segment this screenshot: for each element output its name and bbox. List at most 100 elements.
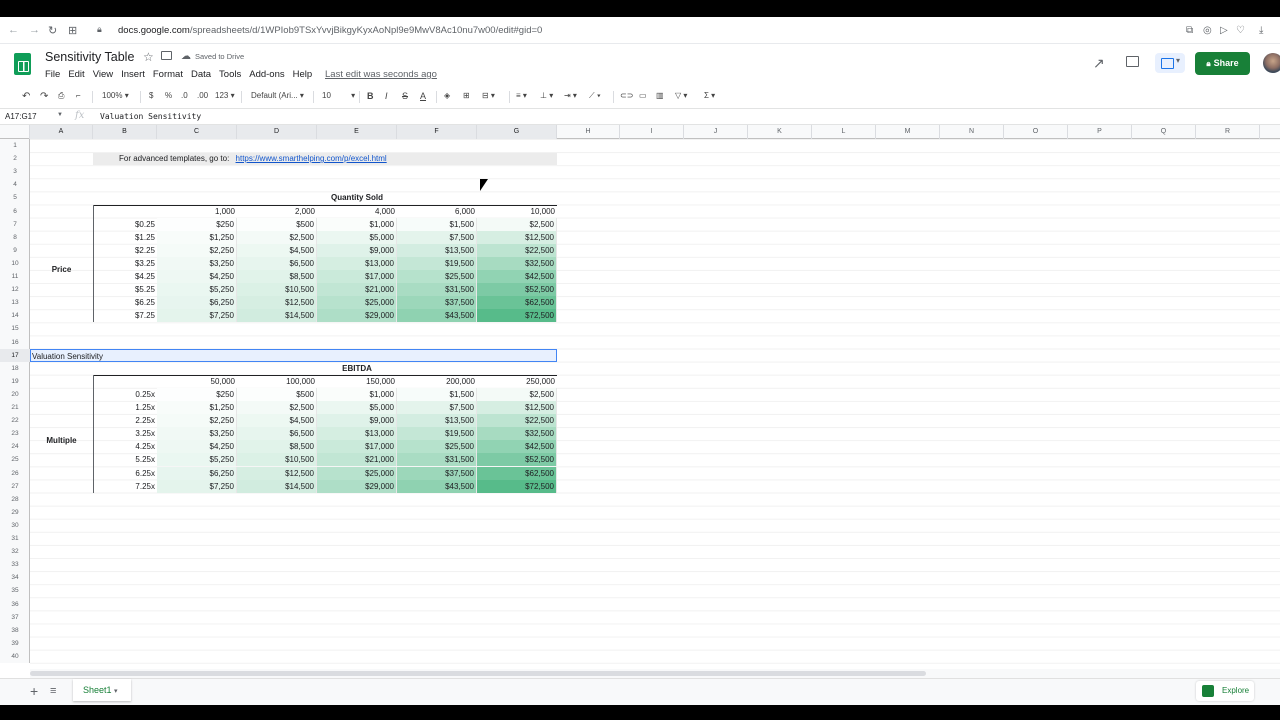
ebitda-table-cell[interactable]: $6,500 xyxy=(237,427,317,441)
quantity-table-cell[interactable]: $6,500 xyxy=(237,256,317,270)
reload-icon[interactable]: ↻ xyxy=(48,24,57,37)
menu-format[interactable]: Format xyxy=(153,69,183,80)
quantity-table-column-value[interactable]: 6,000 xyxy=(397,205,477,218)
quantity-table-cell[interactable]: $1,000 xyxy=(317,217,397,231)
bold-button[interactable]: B xyxy=(367,91,374,101)
ebitda-table-cell[interactable]: $2,500 xyxy=(477,387,557,401)
row-header-11[interactable]: 11 xyxy=(0,270,30,283)
ebitda-table-cell[interactable]: $4,500 xyxy=(237,414,317,428)
ebitda-table-cell[interactable]: $6,250 xyxy=(157,466,237,480)
ebitda-table-row-value[interactable]: 7.25x xyxy=(93,480,157,493)
row-header-38[interactable]: 38 xyxy=(0,624,30,637)
ebitda-table-cell[interactable]: $9,000 xyxy=(317,414,397,428)
ebitda-table-cell[interactable]: $42,500 xyxy=(477,440,557,454)
ebitda-table-cell[interactable]: $5,250 xyxy=(157,453,237,467)
column-header-k[interactable]: K xyxy=(748,125,812,139)
column-header-l[interactable]: L xyxy=(812,125,876,139)
ebitda-table-cell[interactable]: $17,000 xyxy=(317,440,397,454)
quantity-table-cell[interactable]: $7,250 xyxy=(157,309,237,323)
borders-icon[interactable]: ⊞ xyxy=(463,91,470,100)
quantity-table-row-label[interactable]: Price xyxy=(30,263,93,276)
folder-icon[interactable] xyxy=(161,51,172,60)
horizontal-scrollbar[interactable] xyxy=(30,669,1280,678)
row-header-31[interactable]: 31 xyxy=(0,532,30,545)
menu-edit[interactable]: Edit xyxy=(68,69,84,80)
ebitda-table-row-label[interactable]: Multiple xyxy=(30,434,93,447)
sheets-logo-icon[interactable] xyxy=(14,53,31,75)
vertical-align-icon[interactable]: ⊥ ▾ xyxy=(540,91,553,100)
row-header-16[interactable]: 16 xyxy=(0,336,30,349)
document-title[interactable]: Sensitivity Table xyxy=(45,50,134,64)
apps-icon[interactable]: ⊞ xyxy=(68,24,77,37)
row-header-37[interactable]: 37 xyxy=(0,611,30,624)
ebitda-table-row-value[interactable]: 5.25x xyxy=(93,453,157,466)
quantity-table-row-value[interactable]: $5.25 xyxy=(93,283,157,296)
row-header-10[interactable]: 10 xyxy=(0,257,30,270)
insert-chart-icon[interactable]: ▥ xyxy=(656,91,664,100)
quantity-table-cell[interactable]: $29,000 xyxy=(317,309,397,323)
ebitda-table-cell[interactable]: $25,500 xyxy=(397,440,477,454)
ebitda-table-cell[interactable]: $4,250 xyxy=(157,440,237,454)
share-button[interactable]: 🔒︎ Share xyxy=(1195,52,1250,75)
select-all-corner[interactable] xyxy=(0,125,30,139)
column-header-g[interactable]: G xyxy=(477,125,557,139)
ebitda-table-cell[interactable]: $1,250 xyxy=(157,401,237,414)
cell-grid[interactable]: For advanced templates, go to: https://w… xyxy=(30,139,1280,669)
ebitda-table-cell[interactable]: $1,500 xyxy=(397,387,477,401)
camera-icon[interactable]: ◎ xyxy=(1203,25,1212,36)
ebitda-table-row-value[interactable]: 4.25x xyxy=(93,440,157,453)
row-header-8[interactable]: 8 xyxy=(0,231,30,244)
quantity-table-cell[interactable]: $3,250 xyxy=(157,256,237,270)
row-header-15[interactable]: 15 xyxy=(0,322,30,335)
ebitda-table-cell[interactable]: $250 xyxy=(157,387,237,401)
currency-button[interactable]: $ xyxy=(149,91,153,100)
all-sheets-icon[interactable]: ≡ xyxy=(50,685,56,697)
quantity-table-row-value[interactable]: $2.25 xyxy=(93,244,157,257)
quantity-table-row-value[interactable]: $4.25 xyxy=(93,270,157,283)
url-text[interactable]: docs.google.com/spreadsheets/d/1WPIob9TS… xyxy=(118,25,542,36)
insert-link-icon[interactable]: ⊂⊃ xyxy=(620,91,633,100)
quantity-table-cell[interactable]: $25,500 xyxy=(397,270,477,283)
row-header-24[interactable]: 24 xyxy=(0,440,30,453)
ebitda-table-cell[interactable]: $2,500 xyxy=(237,401,317,414)
ebitda-table-cell[interactable]: $10,500 xyxy=(237,453,317,467)
scrollbar-thumb[interactable] xyxy=(30,671,926,676)
more-formats-button[interactable]: 123 ▾ xyxy=(215,91,235,100)
row-header-5[interactable]: 5 xyxy=(0,191,30,204)
ebitda-table-cell[interactable]: $22,500 xyxy=(477,414,557,428)
avatar[interactable] xyxy=(1263,53,1280,73)
print-icon[interactable]: ⎙ xyxy=(58,91,64,101)
quantity-table-cell[interactable]: $14,500 xyxy=(237,309,317,323)
column-header-f[interactable]: F xyxy=(397,125,477,139)
quantity-table-column-value[interactable]: 2,000 xyxy=(237,205,317,218)
row-header-33[interactable]: 33 xyxy=(0,558,30,571)
quantity-table-cell[interactable]: $2,500 xyxy=(237,230,317,244)
column-header-m[interactable]: M xyxy=(876,125,940,139)
column-header-d[interactable]: D xyxy=(237,125,317,139)
ebitda-table-cell[interactable]: $1,000 xyxy=(317,387,397,401)
row-header-2[interactable]: 2 xyxy=(0,152,30,165)
italic-button[interactable]: I xyxy=(385,91,388,101)
download-icon[interactable]: ⤓ xyxy=(1259,25,1263,36)
quantity-table-cell[interactable]: $17,000 xyxy=(317,270,397,283)
ebitda-table-cell[interactable]: $13,000 xyxy=(317,427,397,441)
formula-input[interactable]: Valuation Sensitivity xyxy=(100,112,201,121)
row-header-34[interactable]: 34 xyxy=(0,571,30,584)
quantity-table-cell[interactable]: $52,500 xyxy=(477,283,557,297)
row-header-14[interactable]: 14 xyxy=(0,309,30,322)
chevron-down-icon[interactable]: ▾ xyxy=(114,688,118,695)
quantity-table-column-value[interactable]: 10,000 xyxy=(477,205,557,218)
row-header-39[interactable]: 39 xyxy=(0,637,30,650)
row-header-6[interactable]: 6 xyxy=(0,205,30,218)
font-size-select[interactable]: 10 ▾ xyxy=(322,91,355,100)
row-header-3[interactable]: 3 xyxy=(0,165,30,178)
ebitda-table-cell[interactable]: $31,500 xyxy=(397,453,477,467)
text-wrap-icon[interactable]: ⇥ ▾ xyxy=(564,91,577,100)
quantity-table-cell[interactable]: $62,500 xyxy=(477,296,557,310)
ebitda-table-cell[interactable]: $43,500 xyxy=(397,479,477,493)
ebitda-table-column-value[interactable]: 150,000 xyxy=(317,375,397,388)
row-header-30[interactable]: 30 xyxy=(0,519,30,532)
decrease-decimal-button[interactable]: .0 xyxy=(181,91,188,100)
comments-icon[interactable] xyxy=(1126,56,1139,67)
percent-button[interactable]: % xyxy=(165,91,172,100)
